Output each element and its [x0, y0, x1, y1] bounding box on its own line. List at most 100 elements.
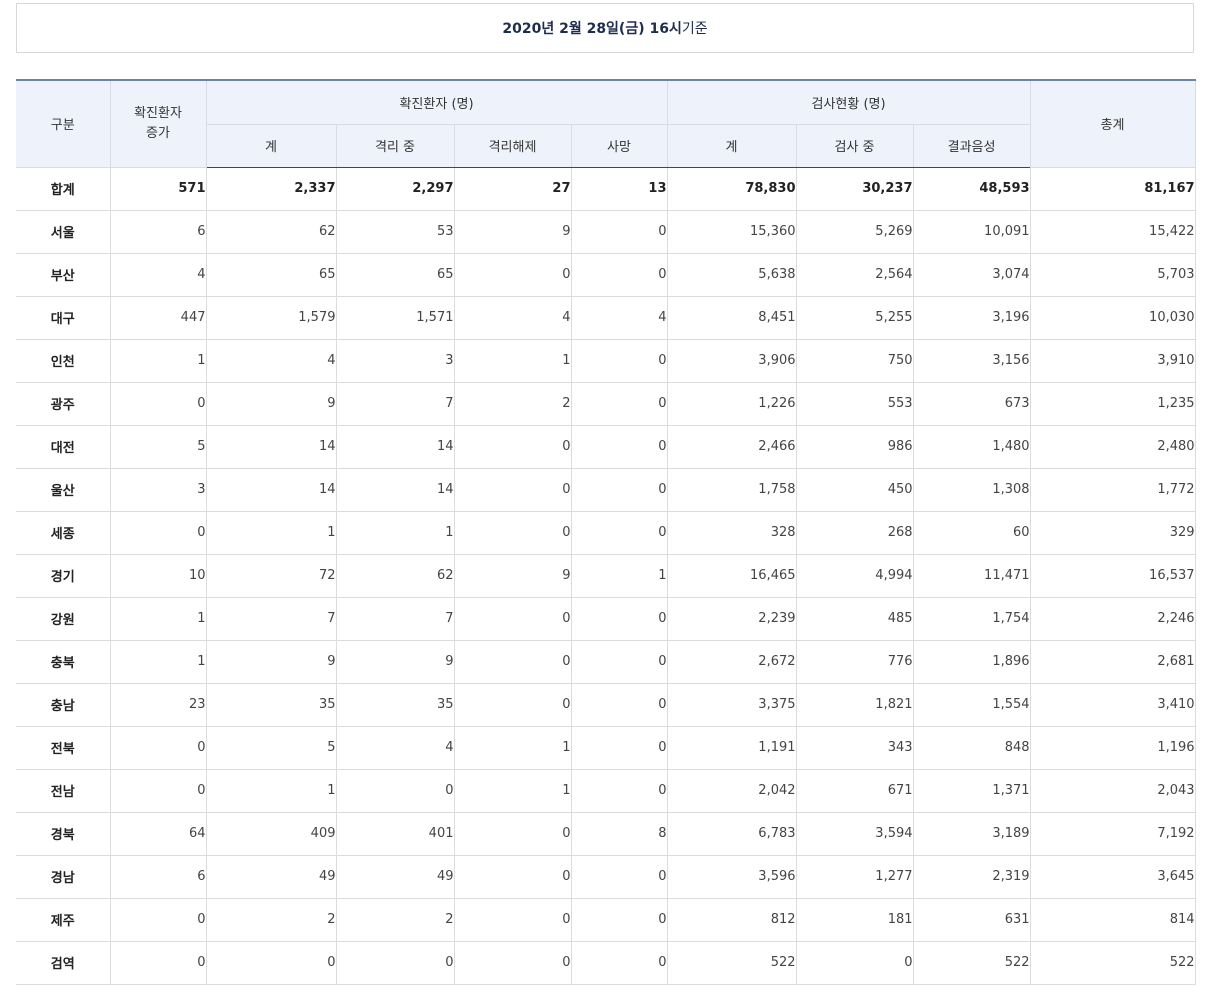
table-cell: 2,466 — [666, 424, 797, 469]
table-cell: 0 — [109, 940, 207, 985]
table-cell: 0 — [570, 209, 668, 254]
region-name: 합계 — [16, 166, 111, 211]
header-test-group: 검사현황 (명) — [666, 79, 1031, 125]
table-cell: 0 — [109, 381, 207, 426]
region-name: 세종 — [16, 510, 111, 555]
table-cell: 14 — [335, 424, 455, 469]
table-cell: 0 — [453, 252, 572, 297]
table-cell: 9 — [453, 553, 572, 598]
table-cell: 7 — [335, 596, 455, 641]
table-cell: 1 — [109, 338, 207, 383]
date-text: 2020년 2월 28일(금) 16시 — [502, 21, 682, 37]
table-cell: 1 — [335, 510, 455, 555]
table-cell: 0 — [453, 467, 572, 512]
table-cell: 9 — [205, 639, 337, 684]
table-cell: 447 — [109, 295, 207, 340]
table-cell: 3,156 — [912, 338, 1031, 383]
table-row: 경남 6 49 49 0 0 3,596 1,277 2,319 3,645 — [16, 854, 1196, 899]
region-name: 인천 — [16, 338, 111, 383]
table-row: 대구 447 1,579 1,571 4 4 8,451 5,255 3,196 10,030 — [16, 295, 1196, 340]
table-cell: 1,579 — [205, 295, 337, 340]
table-cell: 14 — [335, 467, 455, 512]
table-cell: 3,596 — [666, 854, 797, 899]
table-row: 충남 23 35 35 0 0 3,375 1,821 1,554 3,410 — [16, 682, 1196, 727]
table-cell: 6 — [109, 209, 207, 254]
header-deaths: 사망 — [570, 123, 668, 168]
table-cell: 15,422 — [1029, 209, 1196, 254]
table-cell: 2,319 — [912, 854, 1031, 899]
table-cell: 450 — [795, 467, 914, 512]
table-cell: 1,196 — [1029, 725, 1196, 770]
table-cell: 522 — [1029, 940, 1196, 985]
table-cell: 0 — [453, 897, 572, 942]
region-name: 충남 — [16, 682, 111, 727]
region-name: 광주 — [16, 381, 111, 426]
table-cell: 6,783 — [666, 811, 797, 856]
table-cell: 2,239 — [666, 596, 797, 641]
table-cell: 0 — [335, 768, 455, 813]
table-cell: 3,375 — [666, 682, 797, 727]
table-cell: 9 — [335, 639, 455, 684]
table-cell: 2,681 — [1029, 639, 1196, 684]
region-name: 대전 — [16, 424, 111, 469]
table-cell: 0 — [570, 338, 668, 383]
header-grand-total: 총계 — [1029, 79, 1196, 168]
table-cell: 3,910 — [1029, 338, 1196, 383]
table-cell: 522 — [666, 940, 797, 985]
region-name: 검역 — [16, 940, 111, 985]
table-cell: 2,672 — [666, 639, 797, 684]
table-cell: 10 — [109, 553, 207, 598]
region-name: 강원 — [16, 596, 111, 641]
table-cell: 7 — [335, 381, 455, 426]
date-banner: 2020년 2월 28일(금) 16시 기준 — [16, 3, 1194, 53]
header-confirmed-total: 계 — [206, 123, 337, 168]
table-cell: 1,772 — [1029, 467, 1196, 512]
table-cell: 4 — [453, 295, 572, 340]
table-cell: 5 — [205, 725, 337, 770]
table-cell: 1,758 — [666, 467, 797, 512]
region-name: 전남 — [16, 768, 111, 813]
header-released: 격리해제 — [453, 123, 572, 168]
table-cell: 62 — [205, 209, 337, 254]
table-cell: 0 — [795, 940, 914, 985]
table-row: 울산 3 14 14 0 0 1,758 450 1,308 1,772 — [16, 467, 1196, 512]
table-cell: 0 — [570, 467, 668, 512]
region-name: 경북 — [16, 811, 111, 856]
table-row: 검역 0 0 0 0 0 522 0 522 522 — [16, 940, 1196, 985]
table-row: 전북 0 5 4 1 0 1,191 343 848 1,196 — [16, 725, 1196, 770]
table-cell: 553 — [795, 381, 914, 426]
region-name: 제주 — [16, 897, 111, 942]
table-cell: 0 — [453, 510, 572, 555]
table-cell: 0 — [570, 596, 668, 641]
table-cell: 13 — [570, 166, 668, 211]
table-cell: 0 — [109, 510, 207, 555]
table-cell: 3 — [335, 338, 455, 383]
region-name: 경남 — [16, 854, 111, 899]
table-cell: 2,337 — [205, 166, 337, 211]
table-cell: 0 — [109, 897, 207, 942]
table-cell: 0 — [453, 940, 572, 985]
table-cell: 1 — [205, 768, 337, 813]
table-cell: 9 — [453, 209, 572, 254]
region-name: 서울 — [16, 209, 111, 254]
header-testing: 검사 중 — [795, 123, 914, 168]
table-cell: 2 — [205, 897, 337, 942]
table-row: 대전 5 14 14 0 0 2,466 986 1,480 2,480 — [16, 424, 1196, 469]
region-name: 충북 — [16, 639, 111, 684]
table-cell: 0 — [570, 940, 668, 985]
header-test-total: 계 — [666, 123, 797, 168]
table-cell: 0 — [205, 940, 337, 985]
table-cell: 62 — [335, 553, 455, 598]
table-cell: 0 — [570, 510, 668, 555]
table-cell: 1,896 — [912, 639, 1031, 684]
header-region: 구분 — [16, 79, 111, 168]
table-cell: 522 — [912, 940, 1031, 985]
table-cell: 49 — [335, 854, 455, 899]
table-cell: 16,465 — [666, 553, 797, 598]
table-cell: 4 — [335, 725, 455, 770]
table-cell: 60 — [912, 510, 1031, 555]
header-negative: 결과음성 — [912, 123, 1031, 168]
table-cell: 78,830 — [666, 166, 797, 211]
region-name: 울산 — [16, 467, 111, 512]
table-cell: 3,196 — [912, 295, 1031, 340]
